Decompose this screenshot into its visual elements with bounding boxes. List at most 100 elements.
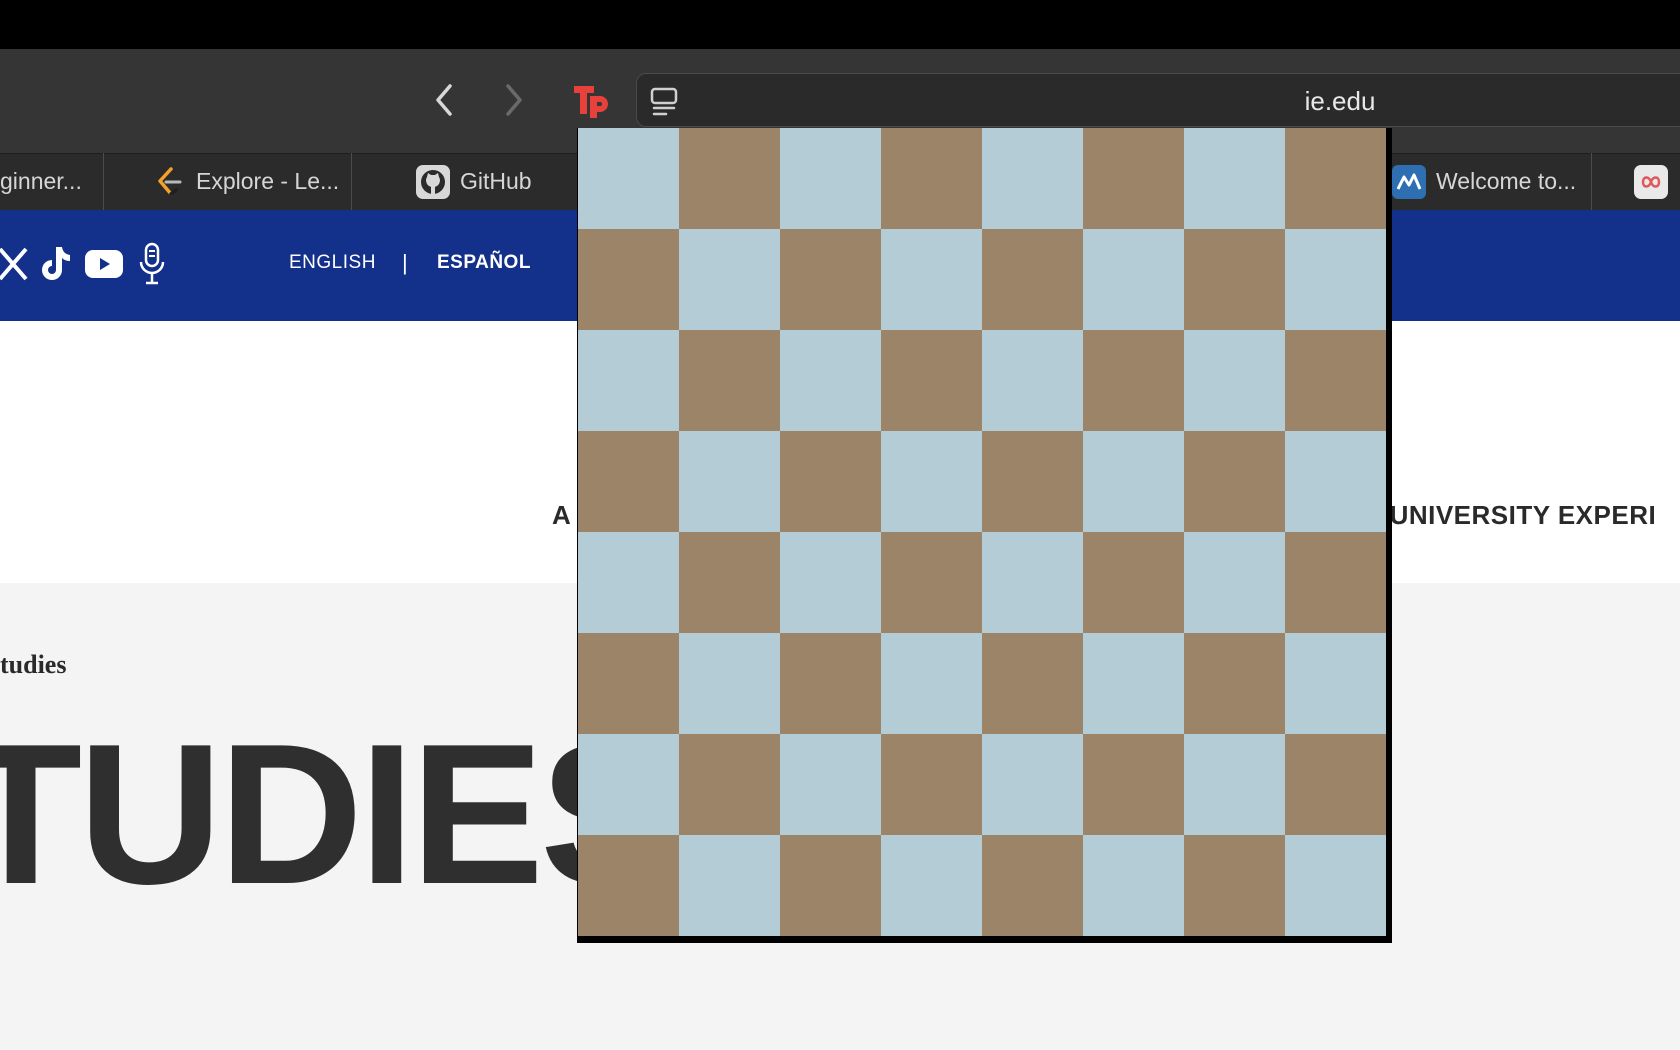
tab-label: GitHub	[460, 168, 532, 194]
board-square[interactable]	[1285, 835, 1386, 936]
board-square[interactable]	[578, 330, 679, 431]
tab-beginner[interactable]: ginner...	[0, 153, 104, 210]
board-square[interactable]	[780, 128, 881, 229]
welcome-site-icon	[1392, 164, 1426, 199]
forward-button[interactable]	[502, 82, 526, 118]
board-square[interactable]	[982, 633, 1083, 734]
board-square[interactable]	[679, 532, 780, 633]
board-square[interactable]	[982, 229, 1083, 330]
tab-explore-leetcode[interactable]: Explore - Le...	[104, 153, 352, 210]
breadcrumb[interactable]: tudies	[0, 650, 66, 680]
board-square[interactable]	[578, 835, 679, 936]
language-spanish-link[interactable]: ESPAÑOL	[437, 252, 531, 274]
board-square[interactable]	[881, 633, 982, 734]
address-bar[interactable]	[636, 73, 1680, 127]
leetcode-icon	[152, 165, 186, 199]
tiktok-icon[interactable]	[38, 240, 74, 288]
board-square[interactable]	[1285, 734, 1386, 835]
board-square[interactable]	[679, 633, 780, 734]
board-square[interactable]	[982, 128, 1083, 229]
board-square[interactable]	[1184, 128, 1285, 229]
tab-welcome[interactable]: Welcome to...	[1384, 153, 1592, 210]
board-square[interactable]	[1184, 431, 1285, 532]
board-square[interactable]	[982, 734, 1083, 835]
board-square[interactable]	[982, 330, 1083, 431]
tagline-left: A	[552, 500, 572, 530]
board-square[interactable]	[1184, 330, 1285, 431]
board-square[interactable]	[1285, 128, 1386, 229]
language-separator: |	[402, 250, 408, 275]
board-square[interactable]	[679, 431, 780, 532]
board-square[interactable]	[1285, 532, 1386, 633]
board-square[interactable]	[780, 532, 881, 633]
youtube-icon[interactable]	[84, 240, 124, 288]
board-square[interactable]	[881, 431, 982, 532]
board-square[interactable]	[780, 835, 881, 936]
reader-mode-icon[interactable]	[650, 87, 678, 117]
x-twitter-icon[interactable]	[0, 240, 28, 288]
tp-extension-icon[interactable]	[572, 82, 612, 118]
board-square[interactable]	[578, 734, 679, 835]
board-square[interactable]	[881, 330, 982, 431]
board-square[interactable]	[578, 633, 679, 734]
page-title: TUDIES	[0, 703, 673, 926]
board-square[interactable]	[780, 330, 881, 431]
board-square[interactable]	[1285, 229, 1386, 330]
board-square[interactable]	[578, 229, 679, 330]
board-square[interactable]	[578, 128, 679, 229]
tab-infinity[interactable]	[1592, 153, 1680, 210]
url-text[interactable]: ie.edu	[1250, 86, 1430, 117]
board-square[interactable]	[881, 532, 982, 633]
podcast-microphone-icon[interactable]	[138, 240, 166, 288]
board-square[interactable]	[881, 835, 982, 936]
board-square[interactable]	[1285, 431, 1386, 532]
board-square[interactable]	[1083, 633, 1184, 734]
language-english-link[interactable]: ENGLISH	[289, 252, 376, 274]
board-square[interactable]	[1083, 734, 1184, 835]
board-square[interactable]	[982, 532, 1083, 633]
board-square[interactable]	[982, 835, 1083, 936]
chevron-right-icon	[506, 84, 522, 116]
board-square[interactable]	[1184, 532, 1285, 633]
board-square[interactable]	[1184, 835, 1285, 936]
github-icon	[416, 164, 450, 199]
board-square[interactable]	[780, 734, 881, 835]
tab-github[interactable]: GitHub	[352, 153, 582, 210]
board-square[interactable]	[881, 734, 982, 835]
tab-label: Explore - Le...	[196, 168, 340, 194]
board-square[interactable]	[881, 128, 982, 229]
tagline-right: E UNIVERSITY EXPERI	[1364, 500, 1657, 530]
board-square[interactable]	[780, 229, 881, 330]
board-square[interactable]	[1184, 734, 1285, 835]
chess-board-overlay[interactable]	[577, 128, 1392, 943]
board-square[interactable]	[1285, 330, 1386, 431]
menu-bar-strip	[0, 0, 1680, 49]
chevron-left-icon	[436, 84, 452, 116]
board-square[interactable]	[1184, 633, 1285, 734]
board-square[interactable]	[679, 330, 780, 431]
board-square[interactable]	[780, 633, 881, 734]
chess-board-grid	[578, 128, 1386, 936]
board-square[interactable]	[578, 532, 679, 633]
board-square[interactable]	[982, 431, 1083, 532]
board-square[interactable]	[780, 431, 881, 532]
board-square[interactable]	[1083, 431, 1184, 532]
infinity-icon	[1634, 164, 1668, 199]
board-square[interactable]	[679, 835, 780, 936]
tab-label: Welcome to...	[1436, 168, 1577, 194]
board-square[interactable]	[1083, 330, 1184, 431]
board-square[interactable]	[679, 128, 780, 229]
board-square[interactable]	[1083, 835, 1184, 936]
board-square[interactable]	[578, 431, 679, 532]
board-square[interactable]	[1083, 128, 1184, 229]
board-square[interactable]	[679, 734, 780, 835]
back-button[interactable]	[432, 82, 456, 118]
tab-label: ginner...	[0, 168, 82, 194]
board-square[interactable]	[1083, 229, 1184, 330]
board-square[interactable]	[679, 229, 780, 330]
board-square[interactable]	[881, 229, 982, 330]
board-square[interactable]	[1083, 532, 1184, 633]
screen: ie.edu ginner... Explore - Le... GitHub	[0, 0, 1680, 1050]
board-square[interactable]	[1184, 229, 1285, 330]
board-square[interactable]	[1285, 633, 1386, 734]
